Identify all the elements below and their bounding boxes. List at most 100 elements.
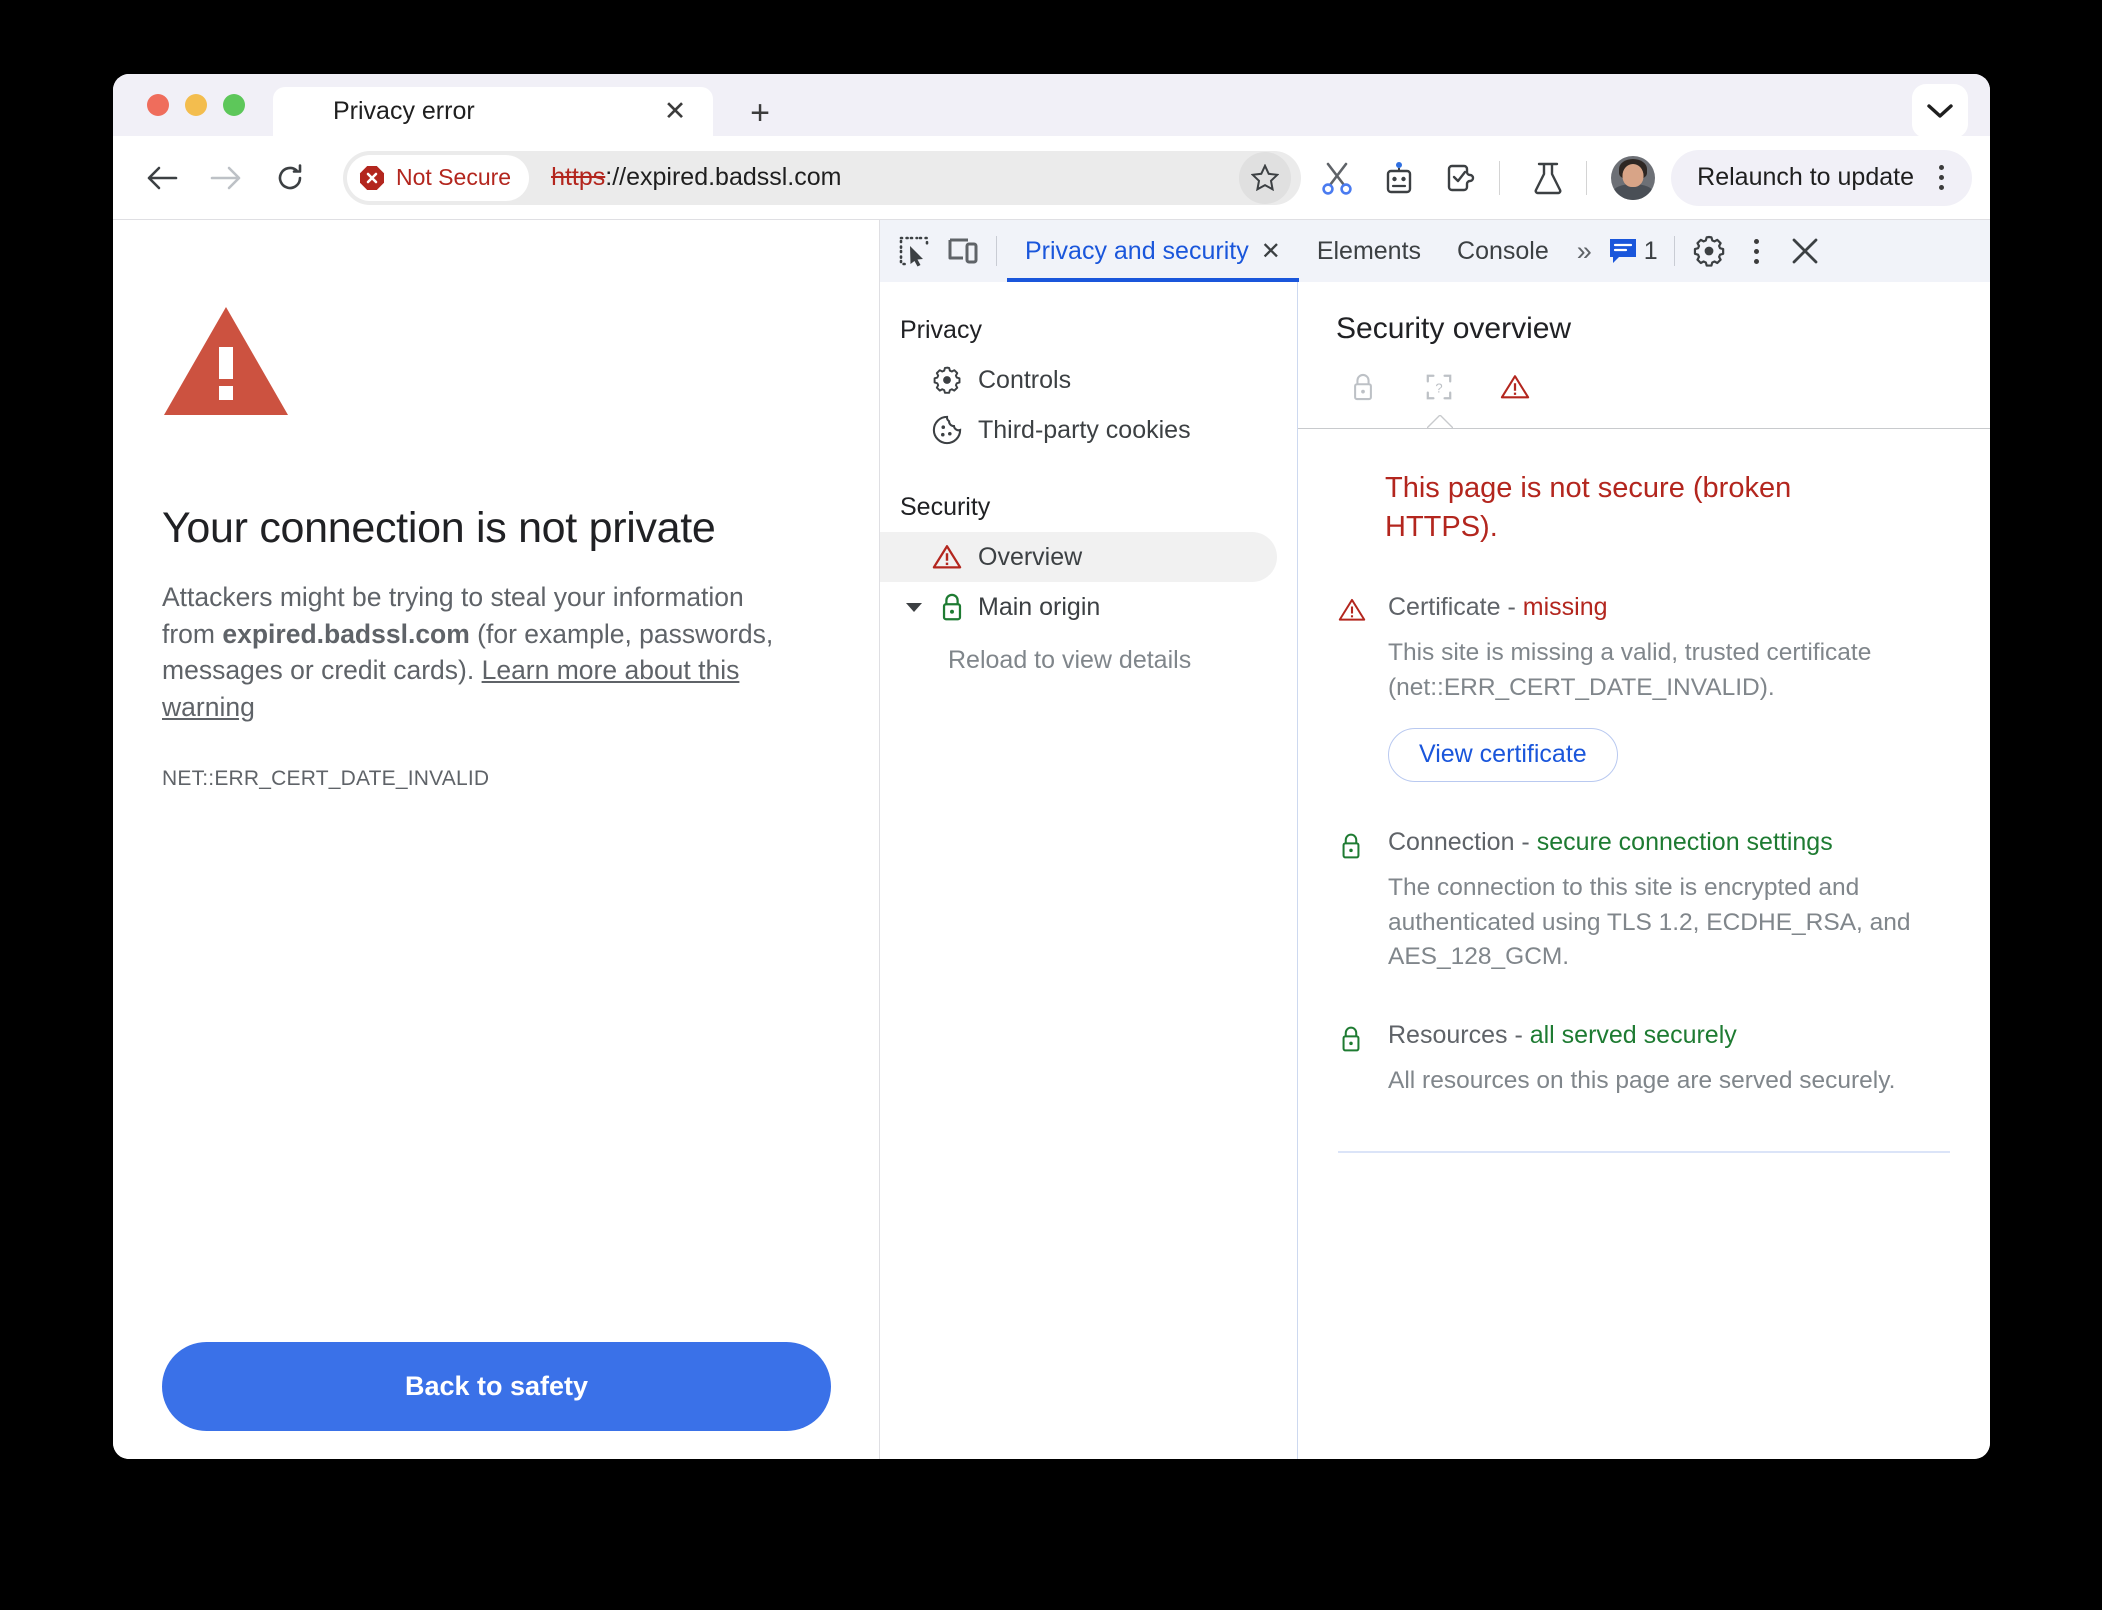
view-certificate-button[interactable]: View certificate [1388, 727, 1618, 782]
forward-button[interactable] [201, 153, 251, 203]
certificate-label: Certificate [1388, 593, 1501, 622]
overview-bottom-divider [1338, 1150, 1950, 1153]
tab-console[interactable]: Console [1439, 220, 1567, 282]
message-icon [1609, 239, 1636, 263]
devtools-issues-counter[interactable]: 1 [1602, 237, 1664, 266]
toggle-device-toolbar-button[interactable] [938, 227, 986, 275]
issues-count: 1 [1643, 236, 1658, 265]
bookmark-button[interactable] [1239, 151, 1292, 204]
security-row-resources: Resources - all served securely All reso… [1338, 1021, 1950, 1099]
arrow-right-icon [210, 166, 241, 189]
close-tab-icon[interactable]: ✕ [659, 96, 691, 128]
gear-icon [1693, 235, 1724, 267]
resources-value: all served securely [1529, 1021, 1737, 1050]
warning-triangle-icon [164, 307, 288, 415]
robot-icon [1386, 161, 1412, 193]
lock-icon [942, 593, 962, 621]
close-panel-icon[interactable]: ✕ [1261, 237, 1281, 266]
certificate-description: This site is missing a valid, trusted ce… [1388, 639, 1872, 702]
resources-label: Resources [1388, 1021, 1508, 1050]
sidebar-group-privacy: Privacy [900, 316, 982, 344]
warning-triangle-icon [1338, 593, 1366, 782]
browser-toolbar: Not Secure https://expired.badssl.com Re… [113, 136, 1990, 220]
connection-label: Connection [1388, 827, 1515, 856]
toolbar-separator [1499, 160, 1501, 195]
sidebar-group-security: Security [900, 493, 991, 521]
screenshot-tool-button[interactable] [1311, 152, 1363, 204]
sidebar-item-overview[interactable]: Overview [880, 532, 1277, 582]
certificate-separator: - [1500, 593, 1523, 622]
window-controls [147, 94, 245, 116]
sidebar-item-third-party-cookies[interactable]: Third-party cookies [880, 405, 1277, 455]
devtools-tab-bar: Privacy and security ✕ Elements Console … [880, 220, 1990, 282]
back-to-safety-button[interactable]: Back to safety [162, 1342, 831, 1431]
tab-privacy-and-security-label: Privacy and security [1025, 236, 1249, 265]
ai-assistant-button[interactable] [1373, 152, 1425, 204]
avatar-face [1622, 163, 1644, 187]
devtools-panel: Privacy and security ✕ Elements Console … [880, 220, 1990, 1459]
back-button[interactable] [137, 153, 187, 203]
not-secure-icon [360, 165, 384, 190]
status-warning-triangle-icon[interactable] [1498, 368, 1532, 406]
relaunch-to-update-button[interactable]: Relaunch to update [1671, 149, 1972, 206]
star-icon [1251, 164, 1280, 191]
minimize-window-button[interactable] [185, 94, 207, 116]
ssl-interstitial-page: Your connection is not private Attackers… [113, 220, 880, 1459]
sidebar-item-main-origin-label: Main origin [978, 592, 1101, 621]
connection-row-title: Connection - secure connection settings [1388, 828, 1833, 856]
scissors-icon [1322, 162, 1352, 195]
browser-tab[interactable]: Privacy error ✕ [273, 87, 713, 136]
certificate-value: missing [1522, 593, 1608, 622]
connection-description: The connection to this site is encrypted… [1388, 873, 1911, 971]
devtools-more-options-button[interactable] [1733, 227, 1781, 275]
inspect-element-button[interactable] [890, 227, 938, 275]
tab-strip: Privacy error ✕ + [113, 74, 1990, 138]
tab-privacy-and-security[interactable]: Privacy and security ✕ [1007, 220, 1299, 282]
maximize-window-button[interactable] [223, 94, 245, 116]
tab-search-button[interactable] [1912, 84, 1968, 138]
cookie-icon [932, 415, 962, 445]
avatar[interactable] [1611, 155, 1656, 200]
sidebar-item-controls-label: Controls [978, 365, 1072, 394]
security-overview-panel: Security overview ? This page is not sec… [1298, 282, 1990, 1459]
devtools-settings-button[interactable] [1685, 227, 1733, 275]
devtools-body: Privacy Controls Third-party cookies Sec… [880, 282, 1990, 1459]
sidebar-item-main-origin[interactable]: Main origin [880, 582, 1277, 632]
content-split: Your connection is not private Attackers… [113, 220, 1990, 1459]
error-code: NET::ERR_CERT_DATE_INVALID [162, 767, 490, 791]
connection-separator: - [1514, 827, 1537, 856]
more-tabs-icon[interactable]: » [1567, 236, 1602, 267]
devtools-separator-2 [1673, 236, 1675, 266]
sidebar-item-third-party-cookies-label: Third-party cookies [978, 415, 1191, 444]
sidebar-item-overview-label: Overview [978, 542, 1083, 571]
address-bar[interactable]: Not Secure https://expired.badssl.com [343, 150, 1302, 205]
flask-icon [1534, 162, 1562, 194]
experiments-button[interactable] [1522, 152, 1574, 204]
lock-icon [1338, 1021, 1366, 1099]
url-rest: ://expired.badssl.com [605, 163, 842, 191]
tab-console-label: Console [1457, 236, 1549, 265]
device-toggle-icon [948, 238, 978, 264]
extensions-button[interactable] [1435, 152, 1487, 204]
close-window-button[interactable] [147, 94, 169, 116]
new-tab-icon[interactable]: + [743, 96, 777, 130]
arrow-left-icon [147, 166, 178, 189]
selected-status-caret [1427, 415, 1453, 429]
expand-caret-icon[interactable] [902, 600, 926, 614]
toolbar-separator-2 [1586, 160, 1588, 195]
browser-menu-icon[interactable] [1918, 155, 1964, 201]
resources-separator: - [1507, 1021, 1530, 1050]
status-lock-icon[interactable] [1346, 368, 1380, 406]
puzzle-clipboard-icon [1447, 164, 1475, 191]
security-row-certificate: Certificate - missing This site is missi… [1338, 593, 1950, 782]
close-devtools-button[interactable] [1781, 227, 1829, 275]
devtools-sidebar: Privacy Controls Third-party cookies Sec… [880, 282, 1298, 1459]
tab-elements[interactable]: Elements [1299, 220, 1439, 282]
security-headline: This page is not secure (broken HTTPS). [1385, 472, 1792, 544]
sidebar-item-controls[interactable]: Controls [880, 355, 1277, 405]
reload-button[interactable] [265, 153, 315, 203]
devtools-kebab-icon [1734, 228, 1780, 274]
status-unknown-bracket-icon[interactable]: ? [1422, 368, 1456, 406]
not-secure-label: Not Secure [396, 164, 512, 190]
site-security-chip[interactable]: Not Secure [347, 154, 530, 201]
